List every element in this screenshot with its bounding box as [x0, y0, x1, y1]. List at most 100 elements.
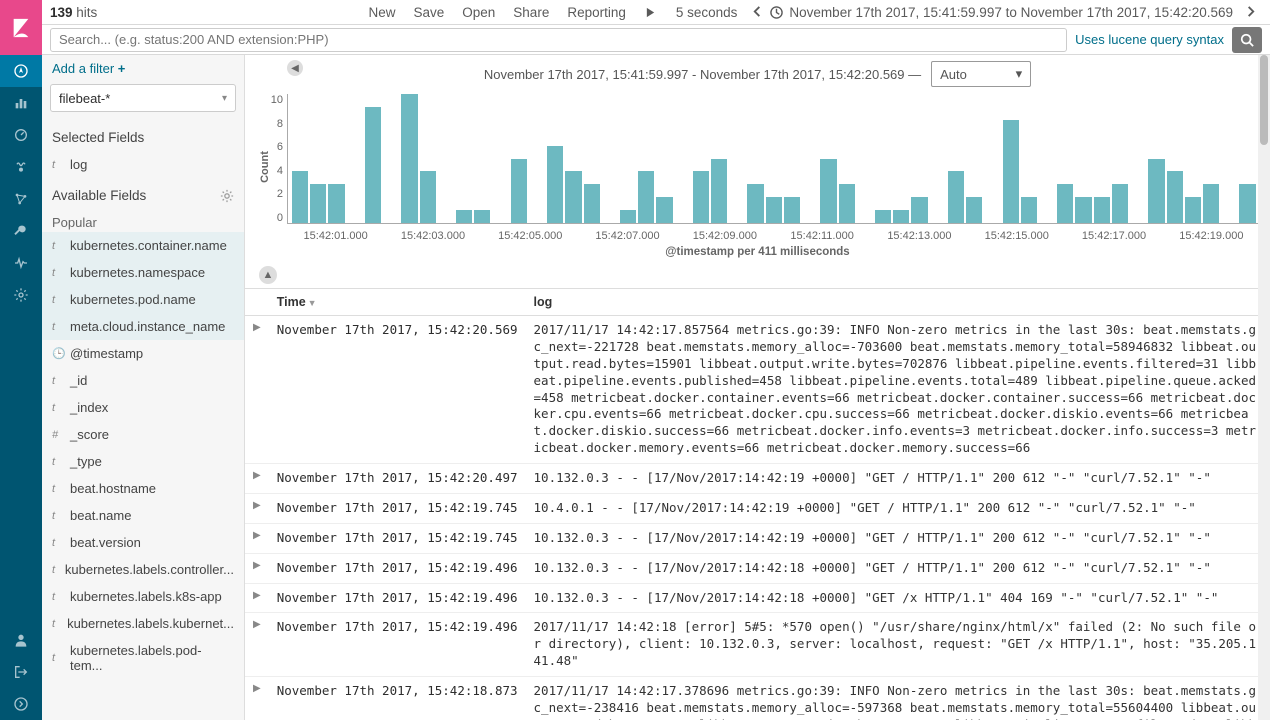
log-column-header[interactable]: log: [526, 289, 1270, 316]
histogram-bar[interactable]: [292, 171, 308, 223]
time-column-header[interactable]: Time▼: [269, 289, 526, 316]
histogram-bar[interactable]: [420, 171, 436, 223]
timerange-picker[interactable]: November 17th 2017, 15:41:59.997 to Nove…: [789, 5, 1233, 20]
search-input[interactable]: [50, 28, 1067, 52]
reporting-button[interactable]: Reporting: [567, 5, 626, 20]
sort-desc-icon: ▼: [308, 298, 317, 308]
histogram-bar[interactable]: [310, 184, 326, 223]
expand-row-button[interactable]: ▶: [245, 464, 269, 494]
field-item[interactable]: tkubernetes.pod.name: [42, 286, 244, 313]
histogram-bar[interactable]: [766, 197, 782, 223]
histogram-interval-select[interactable]: Auto ▾: [931, 61, 1031, 87]
histogram-bar[interactable]: [456, 210, 472, 223]
expand-row-button[interactable]: ▶: [245, 553, 269, 583]
nav-graph[interactable]: [0, 183, 42, 215]
expand-row-button[interactable]: ▶: [245, 677, 269, 720]
histogram-bar[interactable]: [565, 171, 581, 223]
field-item[interactable]: tkubernetes.labels.controller...: [42, 556, 244, 583]
histogram-bar[interactable]: [1021, 197, 1037, 223]
field-item[interactable]: tkubernetes.labels.kubernet...: [42, 610, 244, 637]
nav-dashboard[interactable]: [0, 119, 42, 151]
field-item[interactable]: tmeta.cloud.instance_name: [42, 313, 244, 340]
nav-collapse[interactable]: [0, 688, 42, 720]
timerange-prev[interactable]: [746, 5, 769, 20]
search-submit-button[interactable]: [1232, 27, 1262, 53]
add-filter-button[interactable]: Add a filter +: [42, 55, 244, 82]
fields-settings-button[interactable]: [220, 189, 234, 203]
histogram-bar[interactable]: [638, 171, 654, 223]
field-item[interactable]: tkubernetes.container.name: [42, 232, 244, 259]
field-item[interactable]: tbeat.version: [42, 529, 244, 556]
timerange-next[interactable]: [1239, 5, 1262, 20]
field-item[interactable]: tkubernetes.labels.pod-tem...: [42, 637, 244, 679]
expand-row-button[interactable]: ▶: [245, 316, 269, 464]
field-item[interactable]: #_score: [42, 421, 244, 448]
histogram-bar[interactable]: [820, 159, 836, 224]
histogram-bar[interactable]: [747, 184, 763, 223]
histogram-bar[interactable]: [1094, 197, 1110, 223]
kibana-logo[interactable]: [0, 0, 42, 55]
scroll-to-top-button[interactable]: ▲: [259, 266, 277, 284]
field-item[interactable]: t_index: [42, 394, 244, 421]
scrollbar-thumb[interactable]: [1260, 55, 1268, 145]
histogram-bar[interactable]: [656, 197, 672, 223]
nav-monitoring[interactable]: [0, 247, 42, 279]
field-item[interactable]: tbeat.hostname: [42, 475, 244, 502]
field-item[interactable]: tbeat.name: [42, 502, 244, 529]
histogram-bar[interactable]: [1057, 184, 1073, 223]
histogram-bar[interactable]: [1112, 184, 1128, 223]
save-button[interactable]: Save: [413, 5, 444, 20]
autorefresh-play-button[interactable]: [644, 5, 658, 19]
field-item[interactable]: 🕒@timestamp: [42, 340, 244, 367]
expand-row-button[interactable]: ▶: [245, 523, 269, 553]
histogram-bar[interactable]: [1239, 184, 1255, 223]
nav-discover[interactable]: [0, 55, 42, 87]
histogram-chart[interactable]: Count 1086420 15:42:01.00015:42:03.00015…: [245, 89, 1270, 244]
histogram-bar[interactable]: [511, 159, 527, 224]
histogram-bar[interactable]: [711, 159, 727, 224]
histogram-bar[interactable]: [911, 197, 927, 223]
lucene-syntax-link[interactable]: Uses lucene query syntax: [1075, 32, 1224, 47]
histogram-bar[interactable]: [1203, 184, 1219, 223]
sidebar-collapse-button[interactable]: ◀: [287, 60, 303, 76]
histogram-bar[interactable]: [584, 184, 600, 223]
nav-devtools[interactable]: [0, 215, 42, 247]
field-item[interactable]: tkubernetes.namespace: [42, 259, 244, 286]
histogram-bar[interactable]: [328, 184, 344, 223]
histogram-bar[interactable]: [784, 197, 800, 223]
histogram-bar[interactable]: [875, 210, 891, 223]
share-button[interactable]: Share: [513, 5, 549, 20]
new-button[interactable]: New: [368, 5, 395, 20]
histogram-bar[interactable]: [693, 171, 709, 223]
index-pattern-select[interactable]: filebeat-* ▾: [50, 84, 236, 112]
field-item[interactable]: t_type: [42, 448, 244, 475]
histogram-bar[interactable]: [1075, 197, 1091, 223]
nav-visualize[interactable]: [0, 87, 42, 119]
histogram-bar[interactable]: [948, 171, 964, 223]
histogram-bar[interactable]: [620, 210, 636, 223]
histogram-bar[interactable]: [401, 94, 417, 223]
nav-account[interactable]: [0, 624, 42, 656]
expand-row-button[interactable]: ▶: [245, 493, 269, 523]
field-item[interactable]: tlog: [42, 151, 244, 178]
nav-timelion[interactable]: [0, 151, 42, 183]
histogram-bar[interactable]: [365, 107, 381, 223]
autorefresh-interval[interactable]: 5 seconds: [676, 5, 738, 20]
field-item[interactable]: t_id: [42, 367, 244, 394]
nav-logout[interactable]: [0, 656, 42, 688]
field-item[interactable]: tkubernetes.labels.k8s-app: [42, 583, 244, 610]
scrollbar[interactable]: [1258, 55, 1270, 720]
open-button[interactable]: Open: [462, 5, 495, 20]
histogram-bar[interactable]: [1148, 159, 1164, 224]
histogram-bar[interactable]: [1003, 120, 1019, 223]
histogram-bar[interactable]: [839, 184, 855, 223]
histogram-bar[interactable]: [1185, 197, 1201, 223]
histogram-bar[interactable]: [966, 197, 982, 223]
histogram-bar[interactable]: [893, 210, 909, 223]
histogram-bar[interactable]: [1167, 171, 1183, 223]
expand-row-button[interactable]: ▶: [245, 583, 269, 613]
histogram-bar[interactable]: [474, 210, 490, 223]
nav-management[interactable]: [0, 279, 42, 311]
histogram-bar[interactable]: [547, 146, 563, 223]
expand-row-button[interactable]: ▶: [245, 613, 269, 677]
